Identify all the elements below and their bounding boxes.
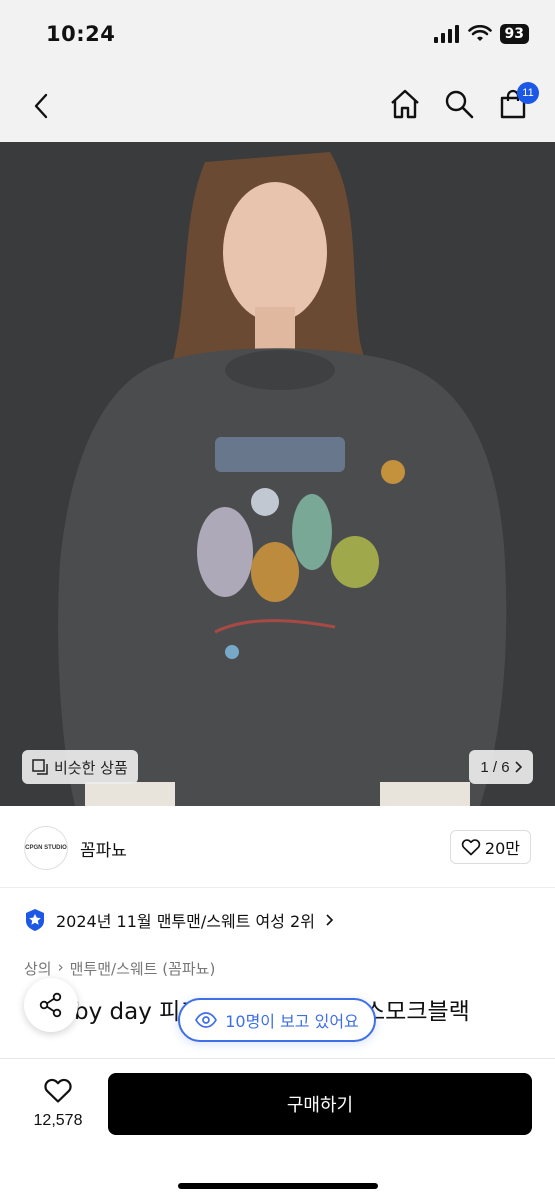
chevron-left-icon <box>34 93 48 119</box>
seller-logo-text: CPGN STUDIO <box>25 845 67 851</box>
buy-button[interactable]: 구매하기 <box>108 1073 532 1135</box>
signal-icon <box>433 25 459 43</box>
share-button[interactable] <box>24 978 78 1032</box>
eye-icon <box>195 1012 218 1028</box>
status-bar: 10:24 93 <box>0 0 555 70</box>
home-button[interactable] <box>387 84 423 124</box>
viewers-count-pill: 10명이 보고 있어요 <box>178 998 376 1042</box>
home-icon <box>391 89 419 119</box>
seller-name[interactable]: 꼼파뇨 <box>80 836 127 861</box>
seller-like-count: 20만 <box>484 839 520 858</box>
product-title-end: 스모크블랙 <box>364 992 470 1026</box>
breadcrumb-item-category[interactable]: 맨투맨/스웨트 (꼼파뇨) <box>70 958 216 979</box>
battery-indicator: 93 <box>499 24 529 44</box>
cart-count-badge: 11 <box>517 82 539 104</box>
status-icons: 93 <box>433 24 529 44</box>
image-counter-text: 1 / 6 <box>480 758 510 776</box>
breadcrumb-item-top[interactable]: 상의 <box>24 958 52 979</box>
viewers-count-text: 10명이 보고 있어요 <box>225 1012 359 1031</box>
similar-products-label: 비슷한 상품 <box>54 758 128 777</box>
seller-row: CPGN STUDIO 꼼파뇨 20만 <box>0 806 555 888</box>
seller-like-button[interactable]: 20만 <box>449 830 531 864</box>
seller-logo[interactable]: CPGN STUDIO <box>24 826 68 870</box>
wishlist-count: 12,578 <box>33 1112 83 1129</box>
image-page-counter[interactable]: 1 / 6 <box>469 750 533 784</box>
share-icon <box>39 992 62 1018</box>
similar-items-icon <box>32 759 48 775</box>
breadcrumb-separator: › <box>57 958 64 976</box>
back-button[interactable] <box>22 86 60 126</box>
product-title-end-text: 스모크블랙 <box>364 999 470 1025</box>
similar-products-button[interactable]: 비슷한 상품 <box>22 750 138 784</box>
bottom-action-bar: 12,578 구매하기 <box>0 1058 555 1200</box>
heart-icon <box>461 839 481 856</box>
ranking-text: 2024년 11월 맨투맨/스웨트 여성 2위 <box>56 912 315 931</box>
wifi-icon <box>467 25 492 41</box>
status-time: 10:24 <box>46 22 116 46</box>
product-image[interactable]: 비슷한 상품 1 / 6 <box>0 142 555 806</box>
nav-actions: 11 <box>387 82 539 124</box>
buy-button-label: 구매하기 <box>286 1095 354 1116</box>
heart-icon <box>44 1078 72 1103</box>
home-indicator <box>178 1183 378 1189</box>
search-button[interactable] <box>441 84 477 124</box>
wishlist-button[interactable]: 12,578 <box>22 1077 94 1130</box>
product-photo <box>0 142 555 806</box>
cart-button[interactable]: 11 <box>495 82 539 124</box>
ranking-badge-icon <box>26 909 44 931</box>
chevron-right-icon <box>326 914 333 926</box>
breadcrumb: 상의 › 맨투맨/스웨트 (꼼파뇨) <box>24 958 215 979</box>
nav-bar: 11 <box>0 70 555 142</box>
ranking-link[interactable]: 2024년 11월 맨투맨/스웨트 여성 2위 <box>24 908 333 932</box>
search-icon <box>445 90 474 119</box>
chevron-right-icon <box>515 761 522 773</box>
